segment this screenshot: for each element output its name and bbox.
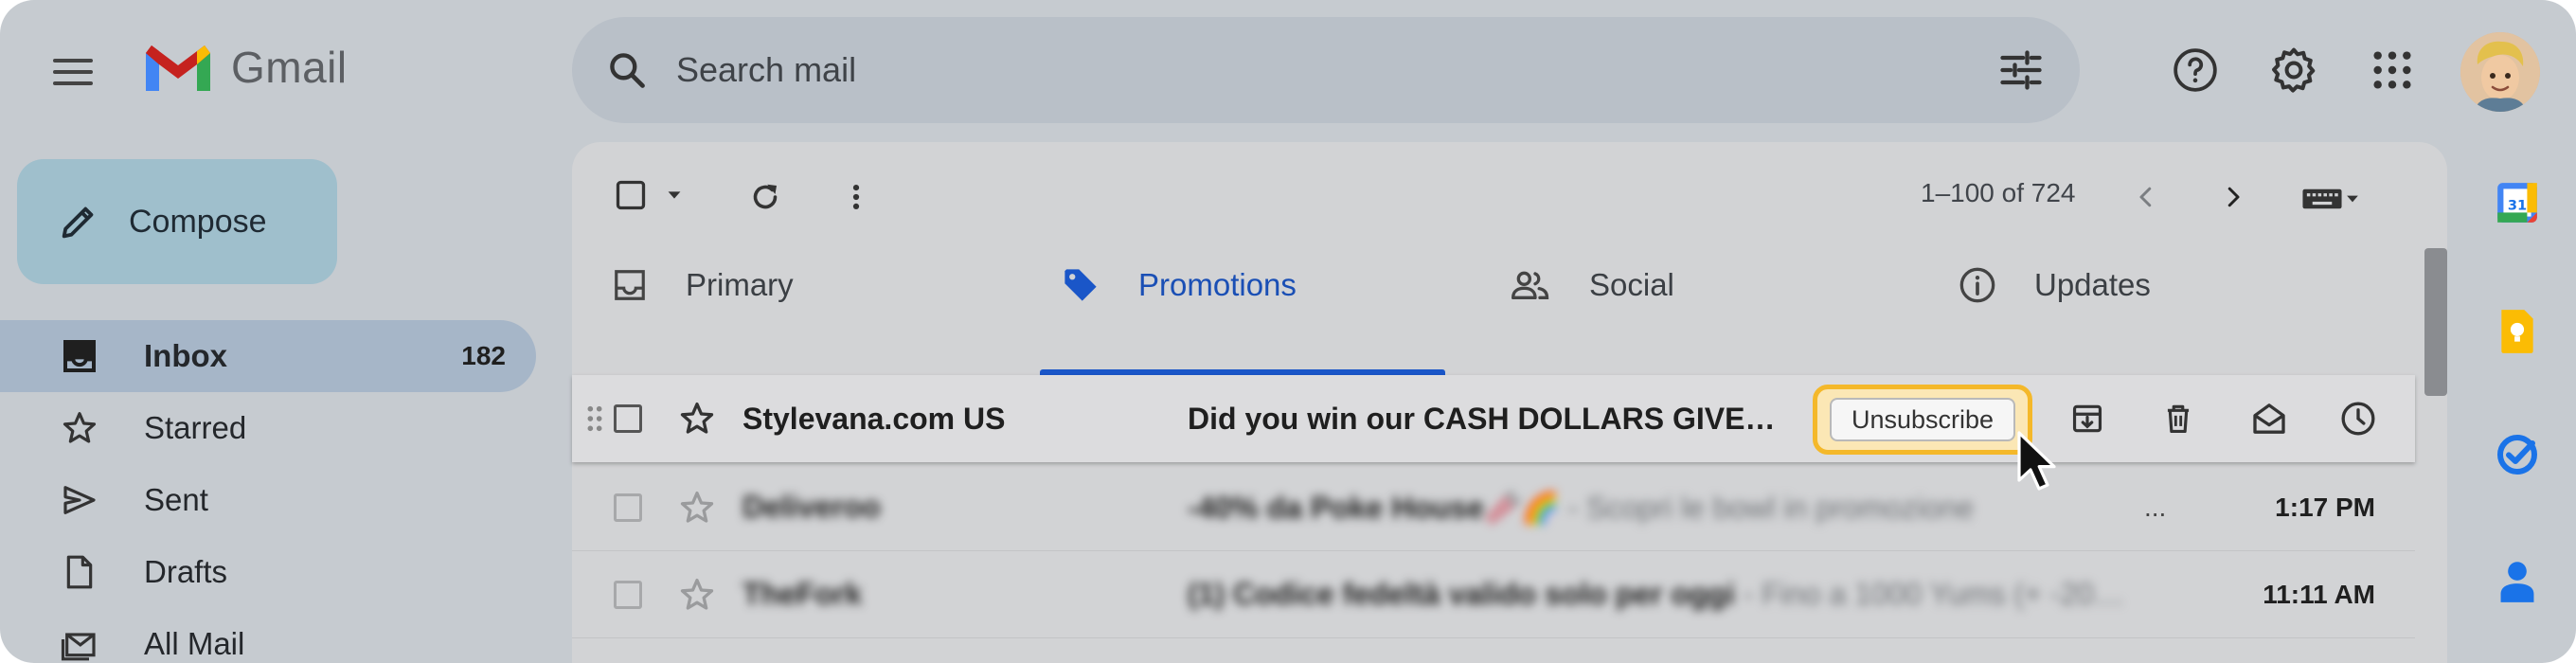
calendar-icon: 31	[2497, 183, 2537, 223]
email-row[interactable]: TheFork (1) Codice fedeltà valido solo p…	[572, 551, 2415, 638]
email-sender: Deliveroo	[742, 490, 881, 524]
sidebar-item-sent[interactable]: Sent	[0, 464, 540, 536]
email-subject-text: -40% da Poke House🥢🌈	[1188, 490, 1560, 525]
email-time: 11:11 AM	[2263, 579, 2375, 609]
row-checkbox[interactable]	[614, 493, 642, 522]
gmail-logo[interactable]: Gmail	[142, 40, 348, 95]
settings-button[interactable]	[2265, 42, 2322, 99]
delete-button[interactable]	[2157, 398, 2199, 439]
clock-icon	[2341, 402, 2375, 436]
sidebar-item-label: Drafts	[144, 554, 228, 589]
archive-icon	[2072, 404, 2102, 433]
sidebar-item-starred[interactable]: Starred	[0, 392, 540, 464]
tasks-icon	[2497, 435, 2537, 475]
email-subject-text: (1) Codice fedeltà valido solo per oggi	[1188, 577, 1735, 611]
star-icon[interactable]	[678, 489, 716, 527]
sidebar-item-label: All Mail	[144, 626, 245, 661]
help-icon	[2174, 48, 2217, 92]
compose-button[interactable]: Compose	[17, 159, 337, 284]
contacts-icon	[2500, 562, 2534, 602]
keep-app-button[interactable]	[2491, 305, 2544, 358]
unsubscribe-button[interactable]: Unsubscribe	[1830, 398, 2015, 441]
draft-icon	[59, 551, 100, 593]
row-checkbox[interactable]	[614, 580, 642, 609]
row-ellipsis: ...	[2144, 492, 2167, 522]
search-input[interactable]	[676, 50, 1996, 90]
apps-grid-icon	[2373, 51, 2411, 89]
unread-count: 182	[461, 341, 506, 370]
gmail-m-icon	[146, 45, 210, 91]
row-checkbox[interactable]	[614, 404, 642, 433]
drag-handle-icon[interactable]	[585, 404, 604, 433]
menu-icon	[53, 59, 93, 63]
sidebar-nav: Inbox 182 Starred Sent Drafts All Mail	[0, 320, 540, 663]
star-icon[interactable]	[678, 400, 716, 438]
search-options-icon[interactable]	[1996, 45, 2046, 95]
inbox-icon	[59, 335, 100, 377]
tasks-app-button[interactable]	[2491, 428, 2544, 481]
support-button[interactable]	[2167, 42, 2224, 99]
archive-button[interactable]	[2066, 398, 2108, 439]
unsubscribe-highlight: Unsubscribe	[1813, 385, 2032, 455]
email-time: 1:17 PM	[2275, 492, 2375, 522]
all-mail-icon	[59, 623, 100, 663]
mark-as-read-button[interactable]	[2248, 398, 2290, 439]
keep-icon	[2501, 310, 2533, 353]
email-sender: TheFork	[742, 577, 863, 611]
calendar-app-button[interactable]: 31	[2491, 176, 2544, 229]
send-icon	[59, 479, 100, 521]
pencil-icon	[62, 206, 94, 239]
avatar-image	[2460, 32, 2540, 112]
account-avatar[interactable]	[2460, 32, 2540, 112]
sidebar-item-label: Inbox	[144, 338, 227, 373]
email-row[interactable]: Stylevana.com US Did you win our CASH DO…	[572, 375, 2415, 462]
search-bar[interactable]	[572, 17, 2080, 123]
apps-button[interactable]	[2364, 42, 2421, 99]
svg-text:31: 31	[2508, 197, 2527, 213]
gear-icon	[2272, 47, 2316, 93]
email-snippet: - Fino a 1000 Yums (+ -20…	[1734, 577, 2125, 611]
email-subject: -40% da Poke House🥢🌈 - Scopri le bowl in…	[1188, 490, 1974, 526]
email-snippet: - Scopri le bowl in promozione	[1559, 490, 1975, 525]
email-subject: Did you win our CASH DOLLARS GIVE…	[1188, 401, 1776, 436]
star-icon[interactable]	[678, 576, 716, 614]
scrollbar[interactable]	[2424, 248, 2447, 396]
star-icon	[59, 407, 100, 449]
search-icon[interactable]	[606, 49, 648, 91]
snooze-button[interactable]	[2337, 398, 2379, 439]
contacts-app-button[interactable]	[2491, 555, 2544, 608]
trash-icon	[2167, 404, 2190, 434]
compose-label: Compose	[129, 203, 267, 240]
sidebar-item-all-mail[interactable]: All Mail	[0, 608, 540, 663]
sidebar-item-label: Sent	[144, 482, 208, 517]
email-sender: Stylevana.com US	[742, 401, 1006, 436]
gmail-window: Gmail Search mail Compose Inbox 182 Star…	[0, 0, 2576, 663]
sidebar-item-inbox[interactable]: Inbox 182	[0, 320, 536, 392]
sidebar-item-label: Starred	[144, 410, 247, 445]
mail-open-icon	[2253, 403, 2285, 434]
main-menu-button[interactable]	[53, 49, 106, 95]
email-list: Stylevana.com US Did you win our CASH DO…	[572, 142, 2415, 663]
app-name: Gmail	[231, 43, 348, 92]
email-subject: (1) Codice fedeltà valido solo per oggi …	[1188, 577, 2124, 612]
email-row[interactable]: Deliveroo -40% da Poke House🥢🌈 - Scopri …	[572, 464, 2415, 551]
sidebar-item-drafts[interactable]: Drafts	[0, 536, 540, 608]
